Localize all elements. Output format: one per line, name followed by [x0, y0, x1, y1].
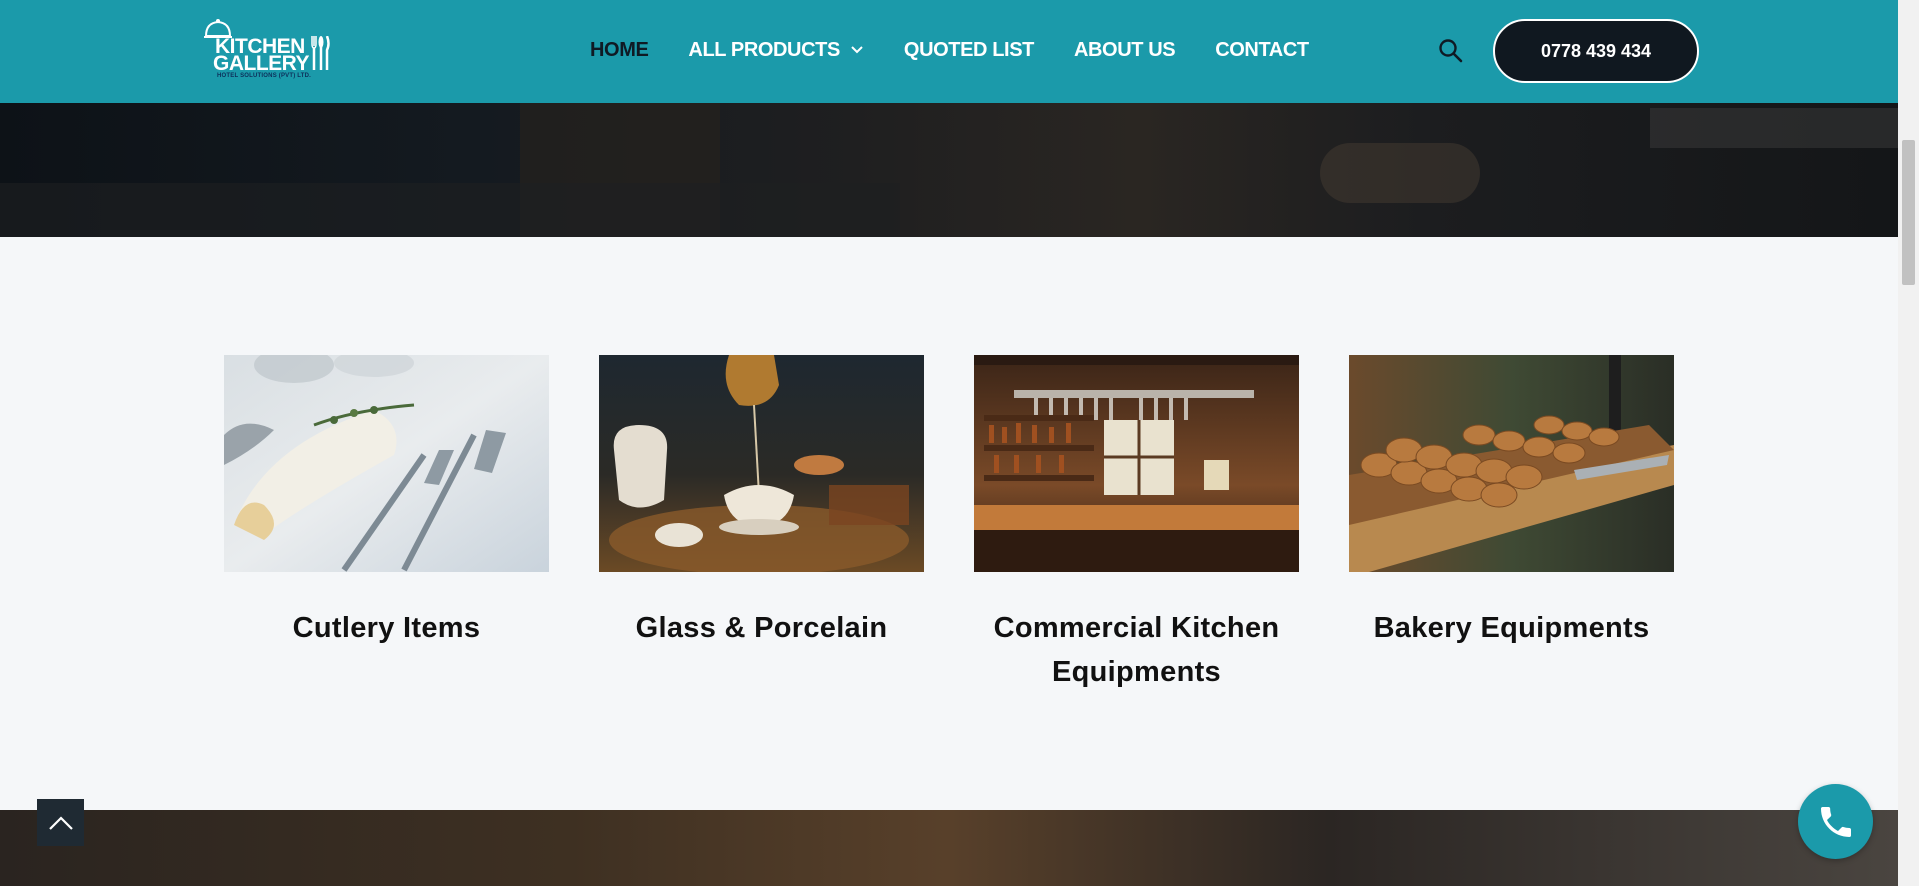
category-card-glass-porcelain[interactable]: Glass & Porcelain [599, 355, 924, 650]
cookies-tray-photo[interactable] [1349, 355, 1674, 572]
nav-home[interactable]: HOME [590, 38, 649, 62]
category-card-cutlery[interactable]: Cutlery Items [224, 355, 549, 650]
nav-home-label: HOME [590, 39, 649, 61]
tea-set-image [599, 355, 924, 572]
cookies-tray-image [1349, 355, 1674, 572]
logo-line-2: GALLERY [213, 52, 310, 75]
hero-banner-top [0, 103, 1898, 237]
bar-kitchen-image [974, 355, 1299, 572]
category-section: Cutlery Items Glass & Porcelain Commerci… [0, 237, 1898, 810]
hero-shade [1320, 143, 1480, 203]
cutlery-photo[interactable] [224, 355, 549, 572]
bar-kitchen-photo[interactable] [974, 355, 1299, 572]
nav-contact[interactable]: CONTACT [1215, 38, 1309, 62]
nav-all-products-label: ALL PRODUCTS [688, 39, 840, 61]
main-nav: HOME ALL PRODUCTS QUOTED LIST ABOUT US C… [590, 38, 1349, 62]
nav-quoted-list-label: QUOTED LIST [903, 39, 1034, 61]
phone-icon [1820, 806, 1851, 837]
category-title[interactable]: Cutlery Items [224, 606, 549, 650]
nav-contact-label: CONTACT [1215, 39, 1309, 61]
logo-tagline: HOTEL SOLUTIONS (PVT) LTD. [217, 73, 311, 79]
search-button[interactable] [1438, 38, 1464, 64]
chevron-up-icon [48, 815, 73, 830]
category-title[interactable]: Bakery Equipments [1349, 606, 1674, 650]
hero-shade [0, 183, 900, 237]
page-scrollbar[interactable] [1898, 0, 1919, 886]
back-to-top-button[interactable] [37, 799, 84, 846]
search-icon [1439, 39, 1463, 63]
chevron-down-icon [851, 46, 863, 54]
call-button[interactable] [1798, 784, 1873, 859]
nav-all-products[interactable]: ALL PRODUCTS [688, 38, 864, 62]
hero-shade [1650, 108, 1898, 148]
nav-quoted-list[interactable]: QUOTED LIST [904, 38, 1034, 62]
utensils-icon [311, 36, 330, 70]
category-card-commercial-kitchen[interactable]: Commercial Kitchen Equipments [974, 355, 1299, 694]
cutlery-image [224, 355, 549, 572]
hero-banner-bottom [0, 810, 1898, 886]
scrollbar-thumb[interactable] [1902, 140, 1915, 285]
site-header: KITCHEN GALLERY HOTEL SOLUTIONS (PVT) LT… [0, 0, 1898, 103]
category-title[interactable]: Commercial Kitchen Equipments [974, 606, 1299, 694]
site-logo[interactable]: KITCHEN GALLERY HOTEL SOLUTIONS (PVT) LT… [203, 18, 333, 84]
category-card-bakery[interactable]: Bakery Equipments [1349, 355, 1674, 650]
nav-about-us[interactable]: ABOUT US [1073, 38, 1176, 62]
phone-number-button[interactable]: 0778 439 434 [1493, 19, 1699, 83]
tea-set-photo[interactable] [599, 355, 924, 572]
nav-about-us-label: ABOUT US [1073, 39, 1176, 61]
category-title[interactable]: Glass & Porcelain [599, 606, 924, 650]
